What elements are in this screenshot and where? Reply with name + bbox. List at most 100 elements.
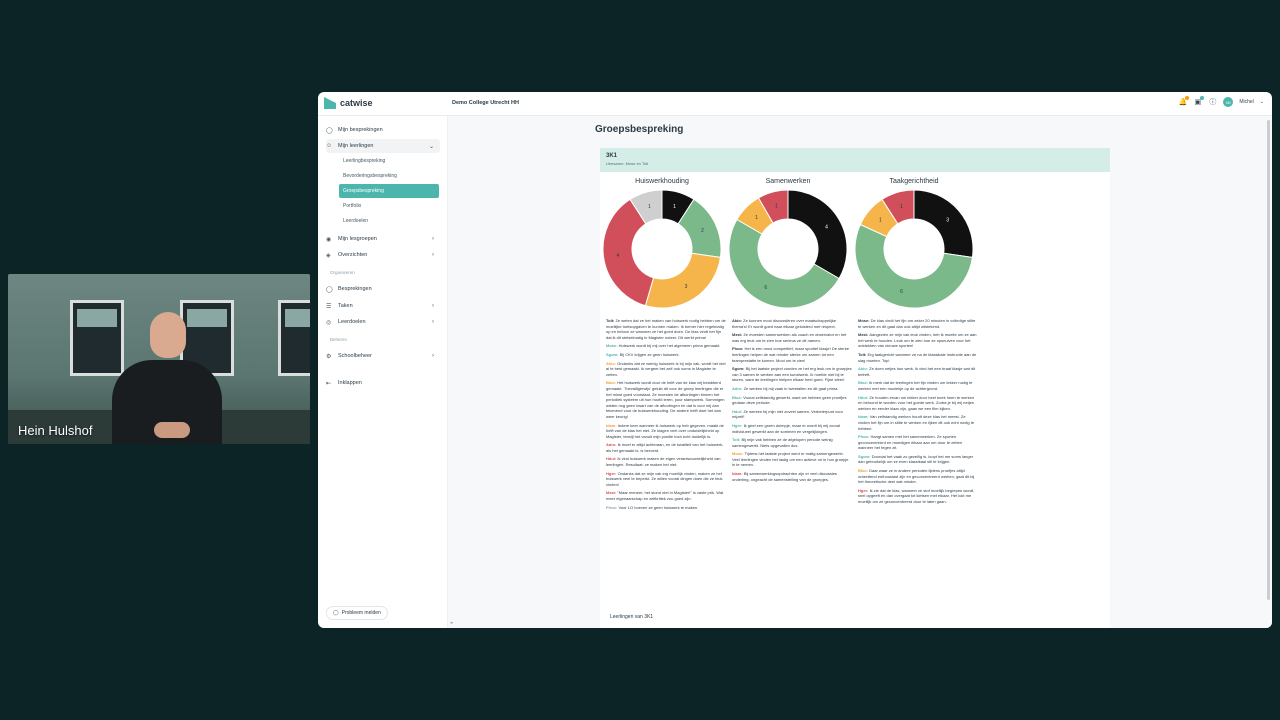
teacher-code: Akio: [732, 318, 744, 323]
school-name[interactable]: Demo College Utrecht HH [452, 100, 519, 106]
scroll-left-icon[interactable]: ◂ [450, 620, 453, 626]
page-title: Groepsbespreking [595, 124, 684, 135]
sidebar-item-label: Overzichten [338, 252, 368, 258]
gift-icon[interactable]: ▣ [1193, 95, 1205, 107]
comments-taakgerichtheid: Mose: De klas vindt het fijn om zeker 20… [858, 318, 978, 508]
top-actions: 🔔 ▣ ⓘ MI Michel ⌄ [1178, 95, 1264, 107]
main-content: Groepsbespreking 3K1 Ueesaren: Mose en T… [448, 116, 1272, 628]
sidebar-subitem-portfolio[interactable]: Portfolio [339, 199, 439, 213]
users-icon: ☺ [326, 143, 333, 149]
teacher-code: Hger: [858, 487, 870, 493]
report-problem-button[interactable]: ◯ Probleem melden [326, 606, 388, 620]
comment-text: Bij CKV krijgen ze geen huiswerk. [619, 351, 680, 357]
comment-text: Ze doen netjes hun werk, ik vind het een… [858, 366, 976, 377]
teacher-comment: Phoo: Voor LO hoeven ze geen huiswerk te… [606, 505, 726, 511]
comment-text: Ik merk dat de leerlingen het fijn vinde… [858, 380, 973, 391]
chart-title: Huiswerkhouding [635, 178, 689, 185]
chevron-right-icon: › [432, 252, 434, 258]
comment-text: Ze houden ervan om lekker door heel boek… [858, 394, 975, 411]
teacher-code: Bkui: [606, 380, 618, 386]
teacher-code: Hger: [732, 422, 744, 428]
sidebar-item-mijn-besprekingen[interactable]: ◯ Mijn besprekingen [326, 123, 440, 137]
sidebar-item-leerdoelen[interactable]: ◎ Leerdoelen › [326, 315, 440, 329]
comment-text: Ze weten dat ze het maken van huiswerk n… [606, 318, 726, 340]
sidebar-item-label: Mijn leerlingen [338, 143, 374, 149]
slice-label: 1 [775, 204, 778, 210]
sidebar-item-inklappen[interactable]: ⇤ Inklappen [326, 376, 440, 390]
teacher-comment: Mzst: Aangezien ze mijn vak leuk vinden,… [858, 332, 978, 349]
class-title: 3K1 [606, 153, 618, 159]
teacher-code: Bkui: [858, 468, 870, 474]
sidebar-item-mijn-lesgroepen[interactable]: ◉ Mijn lesgroepen › [326, 232, 440, 246]
comment-text: Ze moesten samenwerken als coach en obse… [732, 332, 847, 343]
brand-logo[interactable]: catwise [324, 97, 373, 109]
comment-text: Ze kunnen mooi discussiëren over maatsch… [732, 318, 837, 329]
teacher-code: Bkui: [732, 394, 744, 400]
teacher-code: Hdui: [858, 394, 870, 400]
sidebar-item-besprekingen[interactable]: ◯ Besprekingen [326, 282, 440, 296]
target-icon: ◎ [326, 319, 332, 326]
comment-text: Daar waar ze in andere perioden tijdens … [858, 468, 975, 485]
chevron-down-icon: ⌄ [428, 143, 434, 150]
teacher-comment: Hdui: Ze werken bij mijn niet zoveel sam… [732, 409, 852, 420]
sidebar-item-taken[interactable]: ☰ Taken › [326, 299, 440, 313]
teacher-code: Hdui: [606, 456, 618, 462]
card-header: 3K1 Ueesaren: Mose en Tolt [600, 148, 1110, 172]
sidebar-subitem-groepsbespreking[interactable]: Groepsbespreking [339, 184, 439, 198]
comment-text: Aangezien ze mijn vak leuk vinden, heb i… [858, 332, 977, 349]
comment-text: De klas vindt het fijn om zeker 20 minut… [858, 318, 976, 329]
chart-title: Taakgerichtheid [889, 178, 939, 185]
teacher-code: Idam: [606, 422, 618, 428]
chevron-down-icon[interactable]: ⌄ [1260, 99, 1264, 105]
bell-icon[interactable]: 🔔 [1178, 95, 1190, 107]
donut-chart: 1 2 3 4 1 [602, 189, 722, 309]
wall-poster [278, 300, 310, 376]
wall-poster [70, 300, 124, 376]
teacher-comment: Idam: Iedere keer wanneer ik huiswerk op… [606, 423, 726, 440]
sidebar-item-schoolbeheer[interactable]: ⚙ Schoolbeheer › [326, 349, 440, 363]
comment-text: Vooral zelfstandig gewerkt, want we hebb… [732, 394, 847, 406]
slice-label: 4 [617, 253, 620, 259]
teacher-code: Akio: [606, 360, 618, 366]
slice-label: 6 [764, 285, 767, 291]
avatar[interactable]: MI [1223, 97, 1234, 107]
vertical-scrollbar[interactable] [1267, 120, 1270, 600]
teacher-comment: Bkui: Ik merk dat de leerlingen het fijn… [858, 380, 978, 391]
teacher-code: Mzst: [732, 332, 744, 338]
settings-icon: ⚙ [326, 353, 332, 360]
section-label-beheren: Beheren [330, 337, 348, 342]
sidebar-item-overzichten[interactable]: ◈ Overzichten › [326, 248, 440, 262]
class-subtitle: Ueesaren: Mose en Tolt [606, 161, 649, 166]
comment-text: Van zelfstandig werken houdt deze klas h… [858, 414, 975, 431]
students-section-title: Leerlingen van 3K1 [610, 614, 654, 620]
sidebar-subitem-leerdoelen[interactable]: Leerdoelen [339, 214, 439, 228]
sidebar-subitem-leerlingbespreking[interactable]: Leerlingbespreking [339, 154, 439, 168]
chevron-right-icon: › [432, 236, 434, 242]
teacher-code: Sgom: [732, 366, 746, 372]
sidebar-item-mijn-leerlingen[interactable]: ☺ Mijn leerlingen ⌄ [326, 139, 440, 153]
teacher-code: Hdui: [732, 408, 744, 414]
user-name[interactable]: Michel [1239, 99, 1253, 105]
teacher-code: Idam: [858, 414, 870, 420]
slice-label: 1 [879, 217, 882, 223]
teacher-comment: Akio: Ondanks dat ze weinig huiswerk is … [606, 361, 726, 378]
notification-badge [1185, 95, 1190, 100]
teacher-comment: Mose: Tijdens het laatste project werd e… [732, 451, 852, 468]
teacher-code: Idam: [732, 471, 744, 477]
teacher-comment: Tolt: Erg taakgericht wanneer ze na de k… [858, 352, 978, 363]
teacher-comment: Mzst: "Maar meneer, het stond niet in Ma… [606, 490, 726, 501]
help-icon[interactable]: ⓘ [1208, 98, 1217, 107]
teacher-comment: Sgom: Bij CKV krijgen ze geen huiswerk. [606, 352, 726, 358]
group-discussion-card: 3K1 Ueesaren: Mose en Tolt Huiswerkhoudi… [600, 148, 1110, 628]
teacher-code: Mzst: [858, 332, 870, 338]
teacher-comment: Bkui: Vooral zelfstandig gewerkt, want w… [732, 395, 852, 406]
slice-label: 3 [685, 284, 688, 290]
teacher-code: Mose: [858, 318, 871, 323]
comment-text: Iedere keer wanneer ik huiswerk op heb g… [606, 422, 724, 439]
sidebar-subitem-bevorderingsbespreking[interactable]: Bevorderingsbespreking [339, 169, 439, 183]
comment-text: Ik zie dat de klas, wanneer ze stof moei… [858, 487, 975, 505]
teacher-comment: Adrs: Ik moet er altijd achteraan, en de… [606, 442, 726, 453]
chat-icon: ◯ [326, 286, 333, 293]
donut-slice [644, 252, 721, 309]
comment-text: Ondanks dat ze mijn vak erg moeilijk vin… [606, 470, 723, 487]
